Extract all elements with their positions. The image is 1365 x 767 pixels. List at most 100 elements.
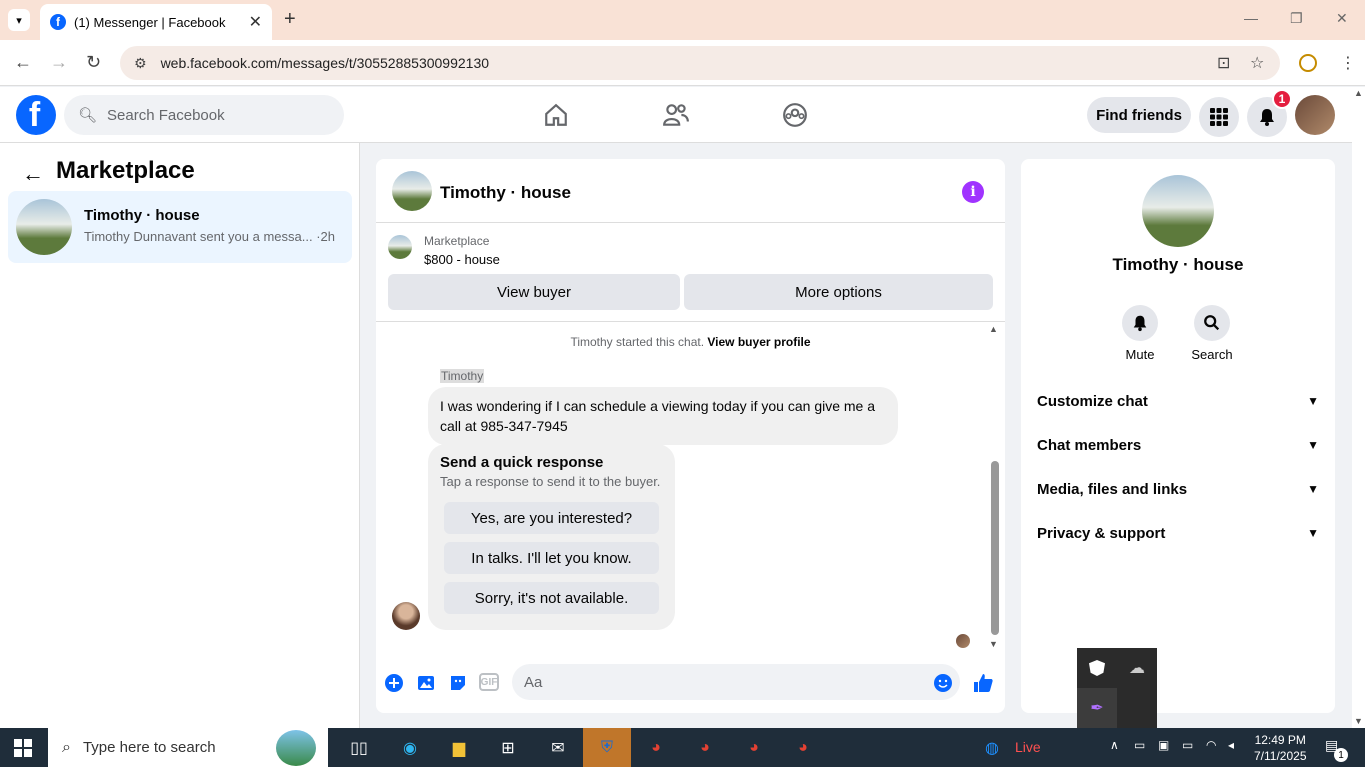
search-label: Search <box>1191 347 1233 362</box>
profile-icon[interactable] <box>1299 54 1317 72</box>
conversation-sidebar: ← Marketplace Timothy · house Timothy Du… <box>0 143 360 728</box>
url-field[interactable]: ⚙ web.facebook.com/messages/t/3055288530… <box>120 46 1280 80</box>
account-avatar[interactable] <box>1295 95 1335 135</box>
listing-title[interactable]: $800 - house <box>424 252 500 267</box>
feather-app-icon[interactable]: ✒ <box>1077 688 1117 728</box>
bell-icon <box>1122 305 1158 341</box>
wifi-icon[interactable]: ◠ <box>1206 738 1216 752</box>
chrome-profile-3-icon[interactable]: ◕ <box>739 733 769 763</box>
gif-icon[interactable]: GIF <box>479 673 499 691</box>
back-arrow-icon[interactable]: ← <box>22 161 44 187</box>
new-tab-button[interactable]: + <box>284 8 296 31</box>
emoji-icon[interactable] <box>932 672 954 694</box>
tab-title: (1) Messenger | Facebook <box>74 14 226 30</box>
search-placeholder: Search Facebook <box>107 106 225 124</box>
customize-chat-section[interactable]: Customize chat ▼ <box>1037 389 1319 413</box>
more-options-button[interactable]: More options <box>684 274 993 310</box>
conversation-name: Timothy · house <box>84 207 200 224</box>
listing-thumbnail <box>388 235 412 259</box>
security-app-icon[interactable]: ⛨ <box>583 728 631 767</box>
reload-icon[interactable]: ↻ <box>86 52 101 73</box>
menu-grid-icon[interactable] <box>1199 97 1239 137</box>
page-scrollbar[interactable]: ▲ ▼ <box>1352 88 1365 728</box>
chat-header: Timothy · house i <box>376 159 1005 223</box>
install-app-icon[interactable]: ⊡ <box>1217 53 1230 73</box>
edge-browser-icon[interactable]: ◉ <box>395 733 425 763</box>
gallery-icon[interactable] <box>415 672 437 694</box>
task-view-icon[interactable]: ▯▯ <box>344 733 374 763</box>
info-icon[interactable]: i <box>962 181 984 203</box>
browser-tab[interactable]: f (1) Messenger | Facebook ✕ <box>40 4 272 40</box>
quick-response-title: Send a quick response <box>440 454 604 471</box>
live-label[interactable]: Live <box>1015 739 1041 755</box>
quick-response-option[interactable]: Sorry, it's not available. <box>444 582 659 614</box>
address-bar: ← → ↻ ⚙ web.facebook.com/messages/t/3055… <box>0 40 1365 86</box>
chrome-profile-4-icon[interactable]: ◕ <box>788 733 818 763</box>
close-window-icon[interactable]: ✕ <box>1336 10 1348 27</box>
meet-now-icon[interactable]: ▭ <box>1134 738 1145 752</box>
conversation-preview: Timothy Dunnavant sent you a messa... ·2… <box>84 229 335 244</box>
find-friends-button[interactable]: Find friends <box>1087 97 1191 133</box>
display-icon[interactable]: ▣ <box>1158 738 1169 752</box>
taskbar-search-placeholder: Type here to search <box>82 739 216 756</box>
privacy-support-section[interactable]: Privacy & support ▼ <box>1037 521 1319 545</box>
mute-button[interactable]: Mute <box>1110 305 1170 362</box>
scroll-down-icon[interactable]: ▼ <box>989 639 998 649</box>
view-buyer-button[interactable]: View buyer <box>388 274 680 310</box>
scroll-up-icon[interactable]: ▲ <box>989 324 998 334</box>
chat-members-section[interactable]: Chat members ▼ <box>1037 433 1319 457</box>
file-explorer-icon[interactable]: ▆ <box>444 733 474 763</box>
volume-icon[interactable]: ◂ <box>1228 738 1234 752</box>
message-input[interactable]: Aa <box>512 664 960 700</box>
tab-search-dropdown[interactable]: ▾ <box>8 9 30 31</box>
chat-title[interactable]: Timothy · house <box>440 183 571 203</box>
facebook-logo-icon[interactable]: f <box>16 95 56 135</box>
friends-icon[interactable] <box>660 99 692 131</box>
windows-taskbar: ⌕ Type here to search ▯▯ ◉ ▆ ⊞ ✉ ⛨ ◕ ◕ ◕… <box>0 728 1365 767</box>
windows-start-icon[interactable] <box>14 739 32 762</box>
conversation-item[interactable]: Timothy · house Timothy Dunnavant sent y… <box>8 191 352 263</box>
browser-menu-icon[interactable]: ⋮ <box>1340 53 1356 73</box>
page-scroll-down-icon[interactable]: ▼ <box>1354 716 1363 726</box>
microsoft-store-icon[interactable]: ⊞ <box>493 733 523 763</box>
search-highlight-icon <box>276 730 316 766</box>
home-icon[interactable] <box>540 99 572 131</box>
quick-response-card: Send a quick response Tap a response to … <box>428 444 675 630</box>
site-settings-icon[interactable]: ⚙ <box>134 55 147 72</box>
facebook-search-input[interactable]: 🔍︎ Search Facebook <box>64 95 344 135</box>
chrome-profile-1-icon[interactable]: ◕ <box>641 733 671 763</box>
quick-response-option[interactable]: Yes, are you interested? <box>444 502 659 534</box>
live-weather-icon[interactable]: ◍ <box>985 738 999 758</box>
tab-close-icon[interactable]: ✕ <box>249 12 262 32</box>
groups-icon[interactable] <box>779 99 811 131</box>
forward-icon[interactable]: → <box>50 52 68 73</box>
page-scroll-up-icon[interactable]: ▲ <box>1354 88 1363 98</box>
chrome-profile-2-icon[interactable]: ◕ <box>690 733 720 763</box>
quick-response-subtitle: Tap a response to send it to the buyer. <box>440 474 661 489</box>
show-hidden-icons-icon[interactable]: ∧ <box>1110 738 1119 752</box>
chat-avatar[interactable] <box>392 171 432 211</box>
facebook-favicon-icon: f <box>50 14 66 30</box>
media-files-section[interactable]: Media, files and links ▼ <box>1037 477 1319 501</box>
battery-icon[interactable]: ▭ <box>1182 738 1193 752</box>
view-buyer-profile-link[interactable]: View buyer profile <box>707 335 810 349</box>
cloud-off-icon[interactable]: ☁ <box>1129 658 1145 678</box>
taskbar-search-input[interactable]: ⌕ Type here to search <box>48 728 328 767</box>
chat-scrollbar-thumb[interactable] <box>991 461 999 635</box>
clock-date: 7/11/2025 <box>1254 749 1307 763</box>
security-shield-icon[interactable] <box>1089 660 1105 676</box>
quick-response-option[interactable]: In talks. I'll let you know. <box>444 542 659 574</box>
plus-circle-icon[interactable] <box>383 672 405 694</box>
details-avatar[interactable] <box>1142 175 1214 247</box>
system-clock[interactable]: 12:49 PM 7/11/2025 <box>1254 732 1307 764</box>
browser-tabbar: ▾ f (1) Messenger | Facebook ✕ + — ❐ ✕ <box>0 0 1365 40</box>
sticker-icon[interactable] <box>447 672 469 694</box>
restore-icon[interactable]: ❐ <box>1290 10 1303 27</box>
mail-icon[interactable]: ✉ <box>543 733 573 763</box>
message-composer: GIF Aa <box>376 664 1005 704</box>
thumbs-up-icon[interactable] <box>972 672 994 694</box>
bookmark-star-icon[interactable]: ☆ <box>1250 53 1264 73</box>
search-in-chat-button[interactable]: Search <box>1182 305 1242 362</box>
back-icon[interactable]: ← <box>14 52 32 73</box>
minimize-icon[interactable]: — <box>1244 10 1258 26</box>
